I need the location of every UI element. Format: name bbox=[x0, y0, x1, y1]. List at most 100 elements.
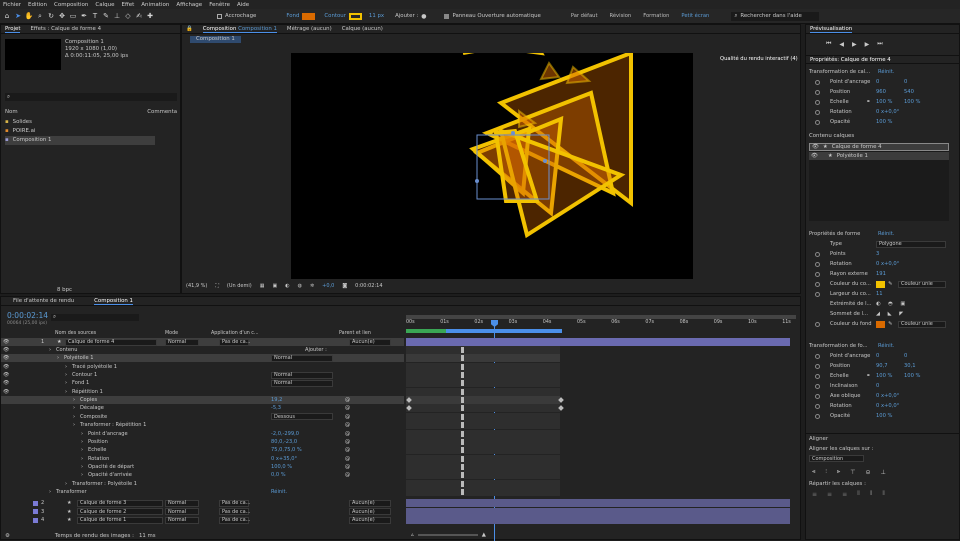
property-row[interactable]: › Copies 19,2 @ bbox=[1, 396, 404, 405]
stopwatch-icon[interactable] bbox=[815, 363, 820, 369]
property-row[interactable]: › Décalage -5,3 @ bbox=[1, 404, 404, 412]
property-row[interactable]: › Opacité de départ 100,0 % @ bbox=[1, 463, 404, 471]
layer-name[interactable]: Calque de forme 3 bbox=[77, 499, 163, 507]
prev-frame-icon[interactable]: ◀ bbox=[839, 41, 844, 48]
tab-footage[interactable]: Métrage (aucun) bbox=[287, 26, 332, 32]
property-value[interactable]: -5,3 bbox=[271, 405, 281, 411]
property-track[interactable] bbox=[406, 379, 560, 388]
zoom-in-icon[interactable]: ▲ bbox=[482, 532, 486, 538]
menu-animation[interactable]: Animation bbox=[141, 2, 169, 8]
reset-exposure-icon[interactable]: ✲ bbox=[310, 283, 314, 289]
orbit-tool-icon[interactable]: ↻ bbox=[47, 12, 55, 20]
eyedropper-icon[interactable]: ✎ bbox=[888, 281, 892, 287]
align-top-icon[interactable]: ⊤ bbox=[850, 469, 855, 476]
auto-open-checkbox[interactable] bbox=[444, 13, 450, 19]
chevron-icon[interactable]: › bbox=[73, 397, 75, 403]
layer-bar[interactable] bbox=[406, 516, 790, 525]
stopwatch-icon[interactable] bbox=[815, 119, 820, 125]
expression-marker[interactable] bbox=[461, 405, 464, 412]
time-ruler[interactable]: 00s 01s 02s 03s 04s 05s 06s 07s 08s 09s 10s 11s bbox=[406, 315, 796, 335]
expression-pickwhip-icon[interactable]: @ bbox=[345, 472, 350, 478]
menu-effect[interactable]: Effet bbox=[121, 2, 134, 8]
timeline-search-input[interactable] bbox=[56, 315, 139, 320]
chevron-icon[interactable]: › bbox=[81, 447, 83, 453]
link-icon[interactable]: ⚭ bbox=[866, 99, 870, 105]
property-row[interactable]: › Transformer Réinit. bbox=[1, 488, 404, 496]
stopwatch-icon[interactable] bbox=[815, 89, 820, 95]
menu-help[interactable]: Aide bbox=[237, 2, 249, 8]
label-color-swatch[interactable] bbox=[33, 500, 38, 506]
property-track[interactable] bbox=[406, 346, 560, 354]
stopwatch-icon[interactable] bbox=[815, 353, 820, 359]
reset-button[interactable]: Réinit. bbox=[878, 231, 894, 237]
layer-bar[interactable] bbox=[406, 507, 790, 516]
align-hcenter-icon[interactable]: ⫶ bbox=[825, 468, 827, 476]
content-item-polystar[interactable]: 👁 ★ Polyétoile 1 bbox=[809, 152, 949, 160]
col-parent[interactable]: Parent et lien bbox=[339, 331, 371, 336]
chevron-icon[interactable]: › bbox=[65, 364, 67, 370]
align-right-icon[interactable]: ⫸ bbox=[837, 468, 840, 476]
layer-name[interactable]: Calque de forme 4 bbox=[65, 338, 157, 346]
property-row[interactable]: 👁 › Contour 1 Normal bbox=[1, 371, 404, 379]
expression-marker[interactable] bbox=[461, 480, 464, 487]
reset-button[interactable]: Réinit. bbox=[878, 69, 894, 75]
menu-file[interactable]: Fichier bbox=[3, 2, 21, 8]
property-value[interactable]: 19,2 bbox=[271, 397, 282, 403]
help-search-input[interactable]: Rechercher dans l'aide bbox=[740, 13, 801, 19]
label-color-swatch[interactable] bbox=[33, 509, 38, 515]
stopwatch-icon[interactable] bbox=[815, 383, 820, 389]
property-value[interactable]: Normal bbox=[271, 379, 333, 387]
property-track[interactable] bbox=[406, 387, 560, 396]
expression-marker[interactable] bbox=[461, 447, 464, 454]
property-row[interactable]: › Composite Dessous @ bbox=[1, 413, 404, 421]
stopwatch-icon[interactable] bbox=[815, 403, 820, 409]
zoom-slider[interactable] bbox=[417, 534, 478, 536]
canvas[interactable] bbox=[291, 53, 693, 279]
tab-effects[interactable]: Effets : Calque de forme 4 bbox=[30, 26, 101, 32]
chevron-icon[interactable]: › bbox=[73, 422, 75, 428]
menu-edit[interactable]: Edition bbox=[28, 2, 47, 8]
mask-icon[interactable]: ▣ bbox=[272, 283, 277, 289]
workspace-training[interactable]: Formation bbox=[643, 13, 669, 19]
layer-name[interactable]: Calque de forme 1 bbox=[77, 516, 163, 524]
property-row[interactable]: 👁 › Polyétoile 1 Normal bbox=[1, 354, 404, 363]
eye-icon[interactable]: 👁 bbox=[811, 153, 818, 159]
stopwatch-icon[interactable] bbox=[815, 251, 820, 257]
expression-pickwhip-icon[interactable]: @ bbox=[345, 439, 350, 445]
property-track[interactable] bbox=[406, 362, 560, 371]
track-matte-dropdown[interactable]: Pas de ca... bbox=[219, 499, 250, 507]
fill-swatch[interactable] bbox=[302, 12, 316, 20]
property-track[interactable] bbox=[406, 371, 560, 380]
property-track[interactable] bbox=[406, 471, 560, 480]
property-track[interactable] bbox=[406, 479, 560, 488]
expression-pickwhip-icon[interactable]: @ bbox=[345, 405, 350, 411]
layer-row[interactable]: ★ 3 Calque de forme 2 Normal Pas de ca... Auc… bbox=[1, 508, 404, 516]
expression-pickwhip-icon[interactable]: @ bbox=[345, 464, 350, 470]
layer-bar-4[interactable] bbox=[406, 338, 790, 346]
menu-view[interactable]: Affichage bbox=[176, 2, 202, 8]
snap-checkbox[interactable] bbox=[217, 13, 222, 19]
workspace-review[interactable]: Révision bbox=[610, 13, 632, 19]
property-row[interactable]: › Transformer : Répétition 1 @ bbox=[1, 421, 404, 429]
eye-icon[interactable]: 👁 bbox=[3, 389, 9, 395]
expression-marker[interactable] bbox=[461, 430, 464, 437]
align-vcenter-icon[interactable]: ⊝ bbox=[866, 469, 871, 476]
chevron-icon[interactable]: › bbox=[65, 380, 67, 386]
menu-layer[interactable]: Calque bbox=[95, 2, 114, 8]
link-icon[interactable]: ⚭ bbox=[866, 373, 870, 379]
workspace-default[interactable]: Par défaut bbox=[571, 13, 598, 19]
play-icon[interactable]: ▶ bbox=[852, 41, 857, 48]
stopwatch-icon[interactable] bbox=[815, 413, 820, 419]
stopwatch-icon[interactable] bbox=[815, 109, 820, 115]
fill-color-swatch[interactable] bbox=[876, 320, 885, 328]
distribute-bottom-icon[interactable]: ≡ bbox=[842, 491, 847, 498]
stopwatch-icon[interactable] bbox=[815, 393, 820, 399]
expression-marker[interactable] bbox=[461, 472, 464, 479]
breadcrumb[interactable]: Composition 1 bbox=[190, 36, 241, 43]
parent-dropdown[interactable]: Aucun(e) bbox=[349, 508, 391, 516]
clone-tool-icon[interactable]: ⊥ bbox=[113, 12, 121, 20]
reset-button[interactable]: Réinit. bbox=[271, 489, 287, 495]
property-track[interactable] bbox=[406, 354, 560, 363]
mode-dropdown[interactable]: Normal bbox=[165, 499, 199, 507]
property-track[interactable] bbox=[406, 412, 560, 421]
